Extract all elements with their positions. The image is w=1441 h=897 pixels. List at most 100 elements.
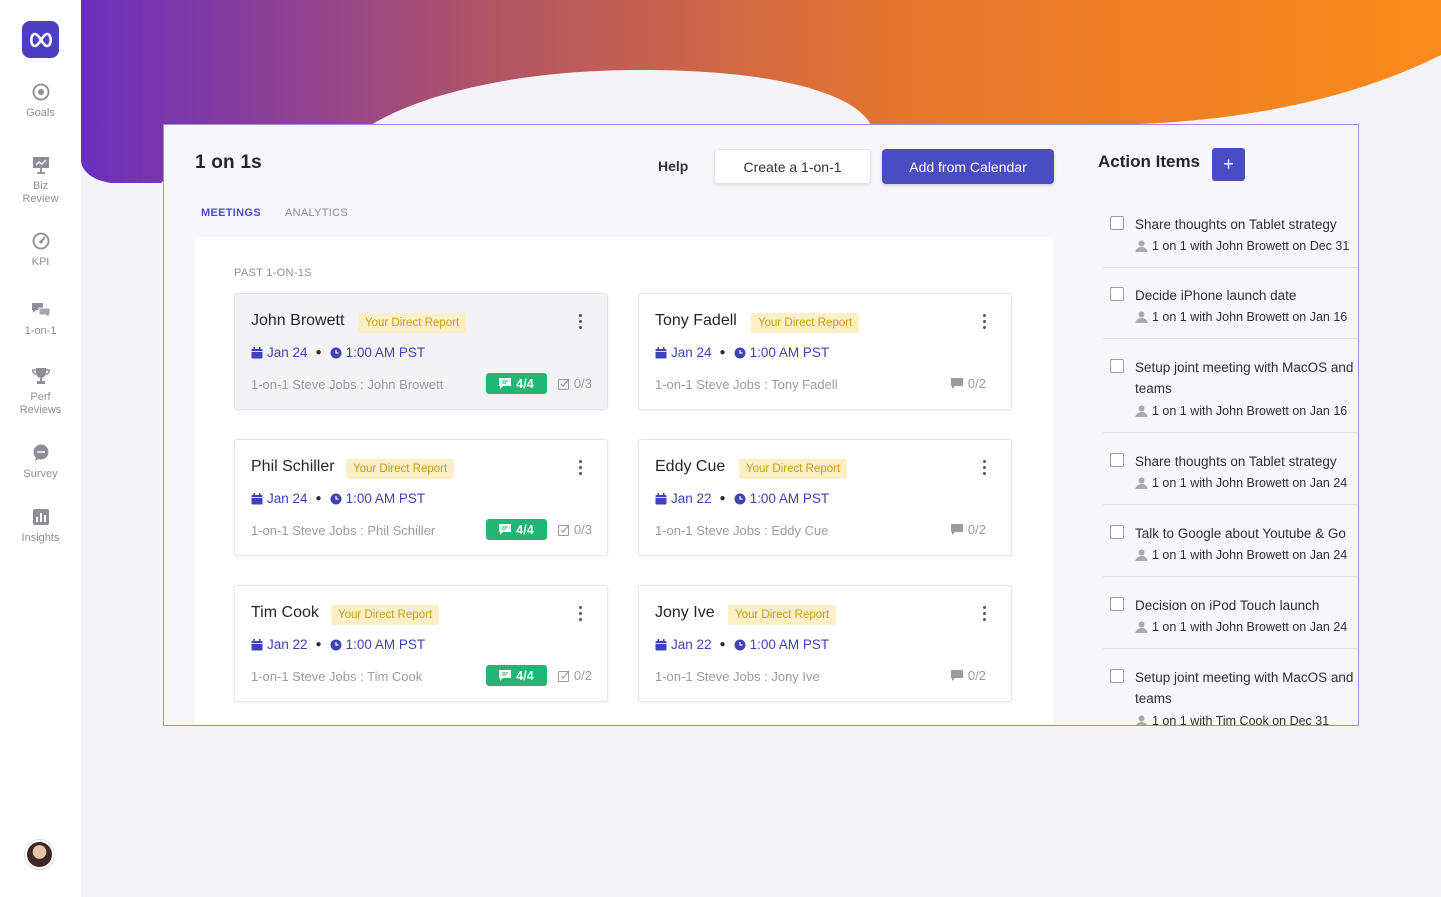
separator-dot: ● (315, 493, 322, 504)
meeting-person-name: Jony Ive (655, 604, 715, 621)
action-item-checkbox[interactable] (1110, 287, 1124, 301)
meeting-subtitle: 1-on-1 Steve Jobs : Jony Ive (655, 669, 820, 684)
person-icon (1135, 477, 1148, 489)
calendar-icon (655, 638, 667, 650)
action-item-checkbox[interactable] (1110, 453, 1124, 467)
sidebar: Goals Biz Review KPI 1-on-1 Perf Reviews… (0, 0, 81, 897)
tasks-count[interactable]: 0/2 (557, 668, 592, 683)
checkbox-check-icon (557, 670, 570, 682)
add-action-item-button[interactable]: + (1212, 148, 1245, 181)
tasks-count[interactable]: 0/3 (557, 376, 592, 391)
comments-count[interactable]: 0/2 (950, 668, 986, 683)
action-item-meta: 1 on 1 with John Browett on Jan 16 (1135, 310, 1347, 324)
meeting-subtitle: 1-on-1 Steve Jobs : John Browett (251, 377, 444, 392)
person-icon (1135, 240, 1148, 252)
meeting-card[interactable]: Phil Schiller Your Direct Report Jan 24 … (234, 439, 608, 556)
action-item-meta: 1 on 1 with John Browett on Dec 31 (1135, 239, 1349, 253)
help-link[interactable]: Help (658, 158, 688, 174)
action-item-checkbox[interactable] (1110, 525, 1124, 539)
comments-count[interactable]: 0/2 (950, 522, 986, 537)
meeting-date: Jan 24 (671, 345, 712, 360)
bar-chart-icon (31, 507, 51, 527)
action-item-meta: 1 on 1 with John Browett on Jan 16 (1135, 404, 1347, 418)
direct-report-badge: Your Direct Report (739, 459, 848, 479)
meeting-card[interactable]: John Browett Your Direct Report Jan 24 ●… (234, 293, 608, 410)
comments-count[interactable]: 0/2 (950, 376, 986, 391)
agenda-count-chip[interactable]: 4/4 (486, 373, 547, 394)
app-logo[interactable] (22, 21, 59, 58)
sidebar-item-survey[interactable]: Survey (0, 443, 81, 481)
meeting-card[interactable]: Tim Cook Your Direct Report Jan 22 ● 1:0… (234, 585, 608, 702)
action-item-checkbox[interactable] (1110, 597, 1124, 611)
meeting-subtitle: 1-on-1 Steve Jobs : Eddy Cue (655, 523, 829, 538)
meeting-subtitle: 1-on-1 Steve Jobs : Phil Schiller (251, 523, 436, 538)
sidebar-item-insights[interactable]: Insights (0, 507, 81, 545)
meeting-card[interactable]: Jony Ive Your Direct Report Jan 22 ● 1:0… (638, 585, 1012, 702)
action-item-text: Setup joint meeting with MacOS and teams (1135, 360, 1354, 396)
divider (1103, 267, 1358, 268)
action-item-checkbox[interactable] (1110, 669, 1124, 683)
meeting-card[interactable]: Eddy Cue Your Direct Report Jan 22 ● 1:0… (638, 439, 1012, 556)
section-label: PAST 1-ON-1S (234, 267, 312, 279)
action-item-text: Talk to Google about Youtube & Go (1135, 526, 1346, 541)
comment-icon (950, 524, 963, 535)
sidebar-item-label: KPI (31, 256, 50, 268)
meeting-date: Jan 24 (267, 491, 308, 506)
create-1-on-1-button[interactable]: Create a 1-on-1 (714, 149, 871, 184)
tab-meetings[interactable]: MEETINGS (201, 207, 261, 219)
more-options-icon[interactable] (575, 312, 585, 330)
gauge-icon (31, 231, 51, 251)
meeting-datetime: Jan 24 ● 1:00 AM PST (251, 491, 425, 506)
direct-report-badge: Your Direct Report (346, 459, 455, 479)
comment-icon (499, 524, 512, 535)
action-item-checkbox[interactable] (1110, 359, 1124, 373)
meeting-datetime: Jan 22 ● 1:00 AM PST (655, 637, 829, 652)
more-options-icon[interactable] (575, 458, 585, 476)
separator-dot: ● (719, 347, 726, 358)
direct-report-badge: Your Direct Report (331, 605, 440, 625)
meetings-list: PAST 1-ON-1S John Browett Your Direct Re… (195, 237, 1053, 725)
agenda-count-chip[interactable]: 4/4 (486, 519, 547, 540)
sidebar-item-kpi[interactable]: KPI (0, 231, 81, 269)
more-options-icon[interactable] (575, 604, 585, 622)
action-item-meta: 1 on 1 with John Browett on Jan 24 (1135, 548, 1347, 562)
direct-report-badge: Your Direct Report (728, 605, 837, 625)
meeting-date: Jan 22 (671, 637, 712, 652)
sidebar-item-biz-review[interactable]: Biz Review (0, 155, 81, 206)
chat-bubbles-icon (31, 300, 51, 320)
meeting-date: Jan 24 (267, 345, 308, 360)
sidebar-item-goals[interactable]: Goals (0, 82, 81, 120)
user-avatar[interactable] (25, 840, 54, 869)
sidebar-item-label: Perf Reviews (19, 391, 62, 416)
sidebar-item-label: Insights (21, 532, 60, 544)
divider (1103, 504, 1358, 505)
person-icon (1135, 549, 1148, 561)
meeting-datetime: Jan 22 ● 1:00 AM PST (251, 637, 425, 652)
sidebar-item-1-on-1[interactable]: 1-on-1 (0, 300, 81, 338)
more-options-icon[interactable] (979, 604, 989, 622)
comment-icon (499, 670, 512, 681)
calendar-icon (251, 638, 263, 650)
add-from-calendar-button[interactable]: Add from Calendar (882, 149, 1054, 184)
more-options-icon[interactable] (979, 312, 989, 330)
comment-icon (950, 378, 963, 389)
direct-report-badge: Your Direct Report (358, 313, 467, 333)
checkbox-check-icon (557, 378, 570, 390)
more-options-icon[interactable] (979, 458, 989, 476)
clock-icon (330, 639, 342, 650)
sidebar-item-perf-reviews[interactable]: Perf Reviews (0, 366, 81, 417)
action-item-text: Decision on iPod Touch launch (1135, 598, 1320, 613)
meeting-person-name: Phil Schiller (251, 458, 335, 475)
calendar-icon (655, 492, 667, 504)
meeting-person-name: Tim Cook (251, 604, 319, 621)
meeting-date: Jan 22 (671, 491, 712, 506)
tasks-count[interactable]: 0/3 (557, 522, 592, 537)
tab-analytics[interactable]: ANALYTICS (285, 207, 348, 219)
divider (1103, 648, 1358, 649)
action-item-checkbox[interactable] (1110, 216, 1124, 230)
meeting-card[interactable]: Tony Fadell Your Direct Report Jan 24 ● … (638, 293, 1012, 410)
clock-icon (330, 347, 342, 358)
agenda-count-chip[interactable]: 4/4 (486, 665, 547, 686)
meeting-time: 1:00 AM PST (345, 491, 426, 506)
clock-icon (734, 639, 746, 650)
